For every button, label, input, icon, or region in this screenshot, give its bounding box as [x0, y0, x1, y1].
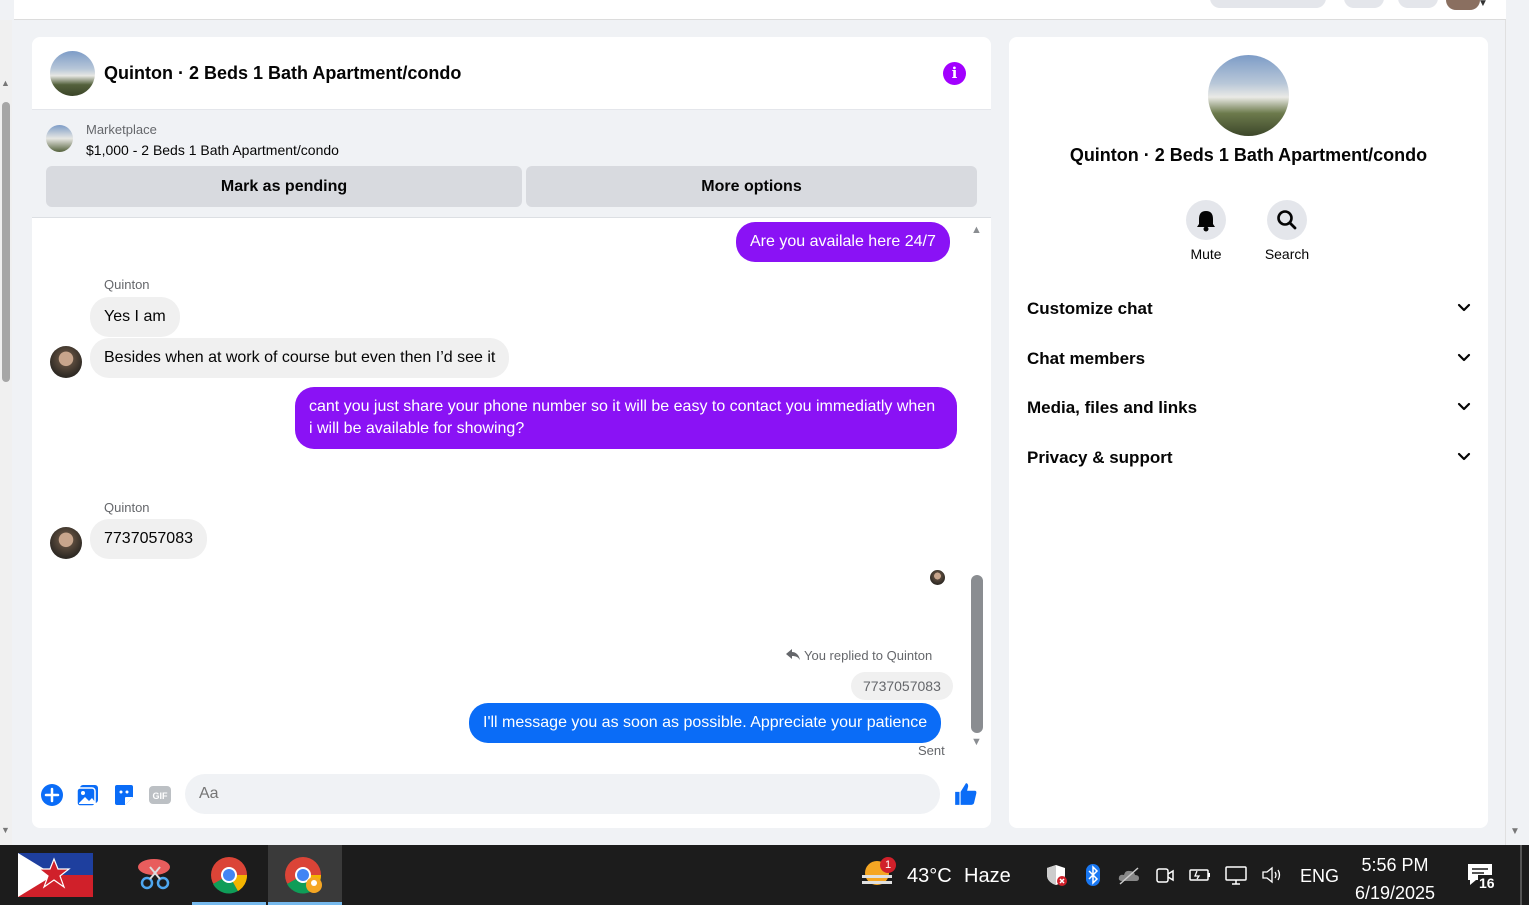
more-options-button[interactable]: More options [526, 166, 977, 207]
scroll-down-arrow-icon[interactable]: ▼ [1, 825, 10, 835]
scroll-down-arrow-icon[interactable]: ▼ [1510, 826, 1520, 837]
sender-name: Quinton [104, 277, 150, 292]
chat-avatar[interactable] [50, 51, 95, 96]
top-nav-circle-2[interactable] [1398, 0, 1438, 8]
network-icon[interactable] [1224, 863, 1248, 887]
listing-thumbnail[interactable] [46, 125, 73, 152]
gif-icon[interactable]: GIF [148, 783, 172, 807]
chat-info-panel: Quinton · 2 Beds 1 Bath Apartment/condo … [1009, 37, 1488, 828]
weather-badge: 1 [880, 857, 896, 873]
volume-icon[interactable] [1260, 863, 1284, 887]
clock-time: 5:56 PM [1361, 855, 1429, 875]
taskbar-chrome[interactable] [192, 845, 266, 905]
chat-panel: Quinton · 2 Beds 1 Bath Apartment/condo … [32, 37, 991, 828]
chrome-profile-icon [285, 857, 322, 894]
weather-description[interactable]: Haze [964, 865, 1011, 888]
bluetooth-icon[interactable] [1081, 863, 1105, 887]
info-icon[interactable]: i [943, 62, 966, 85]
listing-title[interactable]: $1,000 - 2 Beds 1 Bath Apartment/condo [86, 142, 339, 158]
chevron-down-icon [1457, 303, 1471, 312]
search-button[interactable] [1267, 200, 1307, 240]
notification-count: 16 [1478, 875, 1496, 891]
photo-icon[interactable] [76, 783, 100, 807]
onedrive-icon[interactable] [1117, 863, 1141, 887]
taskbar: 1 43°C Haze ENG 5:56 PM 6/19/2025 16 [0, 845, 1529, 905]
meet-now-icon[interactable] [1153, 863, 1177, 887]
mark-as-pending-button[interactable]: Mark as pending [46, 166, 522, 207]
svg-text:GIF: GIF [153, 791, 169, 801]
chevron-down-icon [1457, 452, 1471, 461]
weather-temperature[interactable]: 43°C [907, 865, 952, 888]
flag-icon[interactable] [16, 849, 93, 901]
message-incoming[interactable]: Yes I am [90, 297, 180, 337]
section-chat-members[interactable]: Chat members [1027, 349, 1471, 379]
sticker-icon[interactable] [112, 783, 136, 807]
message-status: Sent [918, 743, 945, 758]
show-desktop-divider[interactable] [1520, 845, 1522, 905]
search-label[interactable]: Search [1257, 246, 1317, 262]
battery-icon[interactable] [1188, 863, 1212, 887]
plus-icon[interactable] [40, 783, 64, 807]
message-outgoing[interactable]: Are you availale here 24/7 [736, 222, 950, 262]
section-label: Chat members [1027, 349, 1146, 368]
message-scrollbar[interactable]: ▲ ▼ [970, 218, 984, 771]
marketplace-banner: Marketplace $1,000 - 2 Beds 1 Bath Apart… [32, 110, 991, 218]
page-scroll-thumb[interactable] [2, 102, 10, 382]
chat-title[interactable]: Quinton · 2 Beds 1 Bath Apartment/condo [104, 63, 461, 84]
scroll-up-arrow-icon[interactable]: ▲ [1, 78, 10, 88]
section-label: Privacy & support [1027, 448, 1173, 467]
bell-icon [1197, 211, 1215, 232]
chevron-down-icon[interactable]: ▼ [1478, 0, 1488, 9]
section-label: Media, files and links [1027, 398, 1198, 417]
message-scroll-thumb[interactable] [971, 575, 983, 733]
message-list: Are you availale here 24/7 Quinton Yes I… [32, 218, 991, 771]
message-outgoing[interactable]: I'll message you as soon as possible. Ap… [469, 703, 942, 743]
account-avatar[interactable] [1446, 0, 1480, 10]
reply-indicator: You replied to Quinton [786, 648, 932, 663]
section-privacy-support[interactable]: Privacy & support [1027, 448, 1471, 478]
avatar[interactable] [50, 346, 82, 378]
taskbar-snipping-tool[interactable] [117, 845, 191, 905]
reply-text: You replied to Quinton [804, 648, 933, 663]
system-clock[interactable]: 5:56 PM 6/19/2025 [1340, 851, 1450, 905]
mute-button[interactable] [1186, 200, 1226, 240]
section-customize-chat[interactable]: Customize chat [1027, 299, 1471, 329]
sender-name: Quinton [104, 500, 150, 515]
language-indicator[interactable]: ENG [1300, 866, 1339, 887]
message-incoming[interactable]: Besides when at work of course but even … [90, 338, 510, 378]
browser-top-strip: ▼ [14, 0, 1506, 20]
security-shield-icon[interactable] [1044, 863, 1068, 887]
search-icon [1277, 210, 1297, 230]
chrome-icon [211, 857, 248, 894]
message-input-wrapper [185, 774, 940, 814]
like-icon[interactable] [953, 781, 979, 807]
mute-label[interactable]: Mute [1176, 246, 1236, 262]
message-incoming[interactable]: 7737057083 [90, 519, 207, 559]
quoted-message[interactable]: 7737057083 [851, 672, 953, 700]
profile-name[interactable]: Quinton · 2 Beds 1 Bath Apartment/condo [1009, 145, 1488, 166]
section-label: Customize chat [1027, 299, 1153, 318]
message-outgoing[interactable]: cant you just share your phone number so… [295, 387, 957, 449]
message-input[interactable] [199, 774, 889, 814]
divider [1505, 20, 1506, 845]
chevron-down-icon [1457, 353, 1471, 362]
message-composer: GIF [32, 771, 991, 828]
seen-avatar [930, 570, 945, 585]
clock-date: 6/19/2025 [1354, 883, 1436, 903]
taskbar-chrome-profile[interactable] [268, 845, 342, 905]
page-scrollbar[interactable]: ▲ ▼ [0, 20, 12, 845]
marketplace-label: Marketplace [86, 122, 157, 137]
top-nav-pill[interactable] [1210, 0, 1326, 8]
reply-icon [786, 649, 800, 660]
chevron-down-icon [1457, 402, 1471, 411]
profile-picture[interactable] [1208, 55, 1289, 136]
scissors-icon [138, 859, 170, 890]
scroll-up-arrow-icon[interactable]: ▲ [971, 224, 982, 236]
avatar[interactable] [50, 527, 82, 559]
top-nav-circle-1[interactable] [1344, 0, 1384, 8]
chat-header: Quinton · 2 Beds 1 Bath Apartment/condo … [32, 37, 991, 110]
scroll-down-arrow-icon[interactable]: ▼ [971, 736, 982, 748]
section-media-files-links[interactable]: Media, files and links [1027, 398, 1471, 428]
